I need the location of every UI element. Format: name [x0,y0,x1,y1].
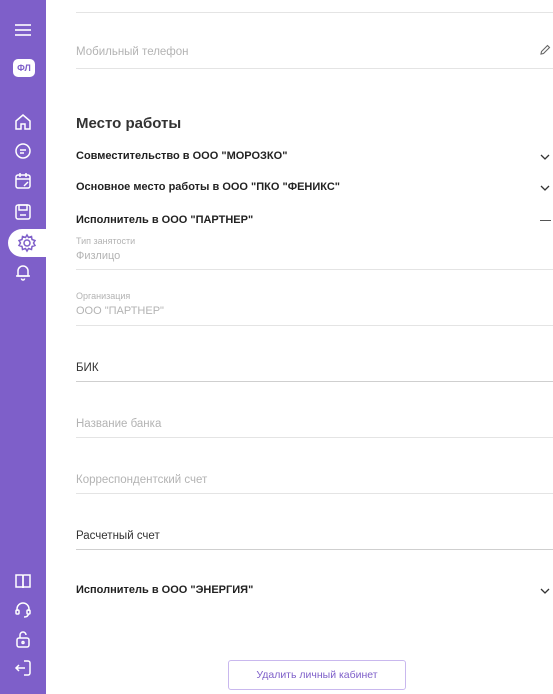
logout-icon[interactable] [0,654,46,682]
gear-icon[interactable] [4,229,50,257]
accordion-feniks[interactable]: Основное место работы в ООО "ПКО "ФЕНИКС… [76,181,340,193]
bank-name-field[interactable]: Название банка [76,418,161,430]
calendar-edit-icon[interactable] [0,167,46,195]
floppy-icon[interactable] [0,198,46,226]
chevron-down-icon[interactable] [539,585,551,597]
accordion-morozko[interactable]: Совместительство в ООО "МОРОЗКО" [76,150,287,162]
mobile-phone-label: Мобильный телефон [76,46,189,58]
organization-value: ООО "ПАРТНЕР" [76,305,164,317]
divider [76,549,553,550]
divider [76,437,553,438]
organization-label: Организация [76,291,131,301]
account-type-badge[interactable]: ФЛ [13,59,35,77]
divider [76,381,553,382]
divider [76,68,553,69]
sidebar: ФЛ [0,0,46,694]
corr-account-field[interactable]: Корреспондентский счет [76,474,207,486]
employment-type-label: Тип занятости [76,236,136,246]
bik-field[interactable]: БИК [76,362,99,374]
employment-type-value: Физлицо [76,250,121,262]
divider [76,12,553,13]
edit-pencil-icon[interactable] [539,44,551,56]
book-icon[interactable] [0,567,46,595]
unlock-icon[interactable] [0,625,46,653]
bell-icon[interactable] [0,258,46,286]
chevron-down-icon[interactable] [539,151,551,163]
settlement-account-field[interactable]: Расчетный счет [76,530,160,542]
profile-content: Мобильный телефон Место работы Совместит… [76,0,553,694]
divider [76,325,553,326]
home-icon[interactable] [0,108,46,136]
divider [76,269,553,270]
section-title-workplace: Место работы [76,115,182,132]
accordion-partner[interactable]: Исполнитель в ООО "ПАРТНЕР" [76,214,253,226]
document-icon[interactable] [0,137,46,165]
chevron-down-icon[interactable] [539,182,551,194]
menu-icon[interactable] [0,16,46,44]
accordion-energiya[interactable]: Исполнитель в ООО "ЭНЕРГИЯ" [76,584,253,596]
collapse-dash-icon[interactable] [540,220,551,221]
delete-account-button[interactable]: Удалить личный кабинет [228,660,406,690]
divider [76,493,553,494]
support-icon[interactable] [0,596,46,624]
